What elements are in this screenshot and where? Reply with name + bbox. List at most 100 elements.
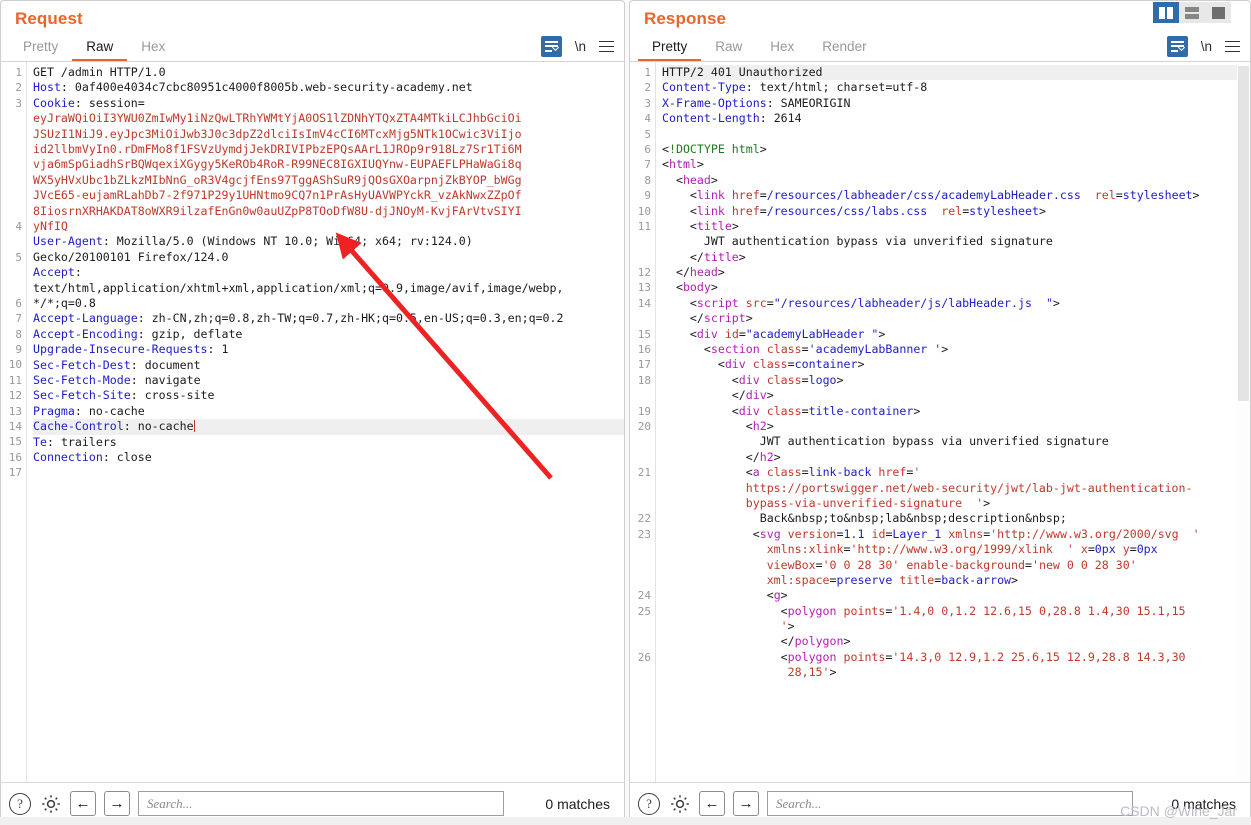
request-line-17 (33, 481, 624, 496)
response-line-14: <script src="/resources/labheader/js/lab… (662, 295, 1060, 310)
response-line-5 (662, 127, 1250, 142)
request-line-9: Sec-Fetch-Dest: document (33, 357, 201, 372)
response-line-26: <polygon points='14.3,0 12.9,1.2 25.6,15… (662, 649, 1186, 664)
response-line-19: <div class=title-container> (662, 403, 921, 418)
response-line-25: <polygon points='1.4,0 0,1.2 12.6,15 0,2… (662, 603, 1186, 618)
arrow-right-icon[interactable]: → (104, 791, 130, 816)
arrow-right-icon[interactable]: → (733, 791, 759, 816)
tab-request-hex[interactable]: Hex (127, 36, 179, 61)
response-code[interactable]: HTTP/2 401 Unauthorized Content-Type: te… (656, 62, 1250, 782)
request-line-5: Accept: (33, 265, 89, 280)
request-line-4: User-Agent: Mozilla/5.0 (Windows NT 10.0… (33, 234, 473, 249)
question-mark-icon[interactable]: ? (638, 792, 660, 815)
layout-toggle-group (1153, 2, 1231, 23)
tab-response-pretty[interactable]: Pretty (638, 36, 702, 61)
response-pane: Response Pretty Raw Hex Render \n 12345 … (629, 0, 1251, 825)
search-input[interactable] (138, 791, 504, 816)
response-line-15: <div id="academyLabHeader "> (662, 326, 886, 341)
response-gutter: 12345 6 7 8 9 10 11 12 13 14 15 16 17 18 19 20 21 … (630, 62, 656, 782)
gear-icon[interactable] (39, 792, 62, 815)
stacked-layout-button[interactable] (1179, 2, 1205, 23)
hamburger-menu-icon[interactable] (1225, 40, 1240, 53)
hamburger-menu-icon[interactable] (599, 40, 614, 53)
response-line-23-cont3: xml:space=preserve title=back-arrow> (766, 572, 1019, 587)
response-line-13: <body> (662, 280, 718, 295)
side-by-side-icon (1159, 6, 1173, 19)
response-scrollbar[interactable] (1237, 62, 1250, 782)
response-line-21-cont: https://portswigger.net/web-security/jwt… (745, 480, 1193, 495)
response-line-4: Content-Length: 2614 (662, 111, 802, 126)
request-line-1: GET /admin HTTP/1.0 (33, 65, 166, 79)
tab-response-hex[interactable]: Hex (756, 36, 808, 61)
response-line-11-close: </title> (662, 249, 746, 264)
response-line-7: <html> (662, 157, 704, 172)
request-line-5-cont2: */*;q=0.8 (33, 295, 96, 310)
request-line-3: Cookie: session= (33, 95, 145, 110)
word-wrap-icon[interactable] (1166, 36, 1188, 57)
response-line-21-cont2: bypass-via-unverified-signature '> (745, 495, 991, 510)
search-input[interactable] (767, 791, 1133, 816)
gear-icon[interactable] (668, 792, 691, 815)
window-bottom-strip (0, 817, 1251, 825)
response-line-11: <title> (662, 218, 739, 233)
response-line-11-text: JWT authentication bypass via unverified… (662, 234, 1053, 249)
request-tab-tools: \n (540, 36, 614, 57)
word-wrap-icon[interactable] (540, 36, 562, 57)
tab-response-render[interactable]: Render (808, 36, 880, 61)
response-line-23-cont2: viewBox='0 0 28 30' enable-background='n… (766, 557, 1137, 572)
response-scrollbar-thumb[interactable] (1238, 66, 1249, 401)
tab-request-raw[interactable]: Raw (72, 36, 128, 61)
response-line-25-close: </polygon> (662, 634, 851, 649)
response-line-3: X-Frame-Options: SAMEORIGIN (662, 95, 851, 110)
response-line-10: <link href=/resources/css/labs.css rel=s… (662, 203, 1046, 218)
side-by-side-layout-button[interactable] (1153, 2, 1179, 23)
request-line-11: Sec-Fetch-Site: cross-site (33, 388, 215, 403)
response-line-20-close: </h2> (662, 449, 781, 464)
newline-toggle[interactable]: \n (1201, 39, 1212, 54)
request-line-13: Cache-Control: no-cache (33, 419, 624, 435)
response-line-2: Content-Type: text/html; charset=utf-8 (662, 80, 928, 95)
arrow-left-icon[interactable]: ← (70, 791, 96, 816)
request-pane-title: Request (15, 9, 83, 28)
response-line-17: <div class=container> (662, 357, 865, 372)
response-editor[interactable]: 12345 6 7 8 9 10 11 12 13 14 15 16 17 18 19 20 21 … (630, 62, 1250, 782)
response-line-26-cont: 28,15'> (787, 665, 837, 680)
request-cookie-jwt: eyJraWQiOiI3YWU0ZmIwMy1iNzQwLTRhYWMtYjA0… (33, 111, 522, 234)
response-tabstrip: Pretty Raw Hex Render \n (630, 34, 1250, 62)
request-line-2: Host: 0af400e4034c7cbc80951c4000f8005b.w… (33, 80, 473, 95)
request-line-8: Upgrade-Insecure-Requests: 1 (33, 342, 229, 357)
request-editor[interactable]: 123 4 5 6 7 8 9 10 11 12 13 14 15 16 17 GET /admi… (1, 62, 624, 782)
matches-count: 0 matches (545, 795, 610, 812)
single-pane-layout-button[interactable] (1205, 2, 1231, 23)
single-pane-icon (1211, 6, 1225, 19)
request-gutter: 123 4 5 6 7 8 9 10 11 12 13 14 15 16 17 (1, 62, 27, 782)
arrow-left-icon[interactable]: ← (699, 791, 725, 816)
newline-toggle[interactable]: \n (575, 39, 586, 54)
request-line-16 (33, 465, 624, 480)
response-line-14-close: </script> (662, 311, 753, 326)
response-line-20-text: JWT authentication bypass via unverified… (662, 434, 1109, 449)
response-tab-tools: \n (1166, 36, 1240, 57)
response-line-18-close: </div> (662, 388, 774, 403)
response-line-23: <svg version=1.1 id=Layer_1 xmlns='http:… (662, 526, 1200, 541)
response-line-6: <!DOCTYPE html> (662, 141, 767, 156)
response-line-25-cont: '> (780, 619, 795, 634)
tab-request-pretty[interactable]: Pretty (9, 36, 72, 61)
response-line-9: <link href=/resources/labheader/css/acad… (662, 188, 1200, 203)
stacked-icon (1185, 6, 1199, 19)
burp-repeater-window: Request Pretty Raw Hex \n 123 4 5 6789 1… (0, 0, 1251, 825)
watermark: CSDN @Wine_Jar (1120, 803, 1237, 819)
response-line-18: <div class=logo> (662, 372, 844, 387)
response-line-23-cont: xmlns:xlink='http://www.w3.org/1999/xlin… (766, 542, 1158, 557)
request-tabstrip: Pretty Raw Hex \n (1, 34, 624, 62)
request-line-6: Accept-Language: zh-CN,zh;q=0.8,zh-TW;q=… (33, 311, 564, 326)
request-line-12: Pragma: no-cache (33, 403, 145, 418)
request-code[interactable]: GET /admin HTTP/1.0 Host: 0af400e4034c7c… (27, 62, 624, 782)
tab-response-raw[interactable]: Raw (701, 36, 756, 61)
response-line-24: <g> (662, 588, 788, 603)
request-pane: Request Pretty Raw Hex \n 123 4 5 6789 1… (0, 0, 625, 825)
response-line-1: HTTP/2 401 Unauthorized (662, 65, 1250, 81)
request-line-4-cont: Gecko/20100101 Firefox/124.0 (33, 249, 229, 264)
question-mark-icon[interactable]: ? (9, 792, 31, 815)
request-line-7: Accept-Encoding: gzip, deflate (33, 326, 243, 341)
